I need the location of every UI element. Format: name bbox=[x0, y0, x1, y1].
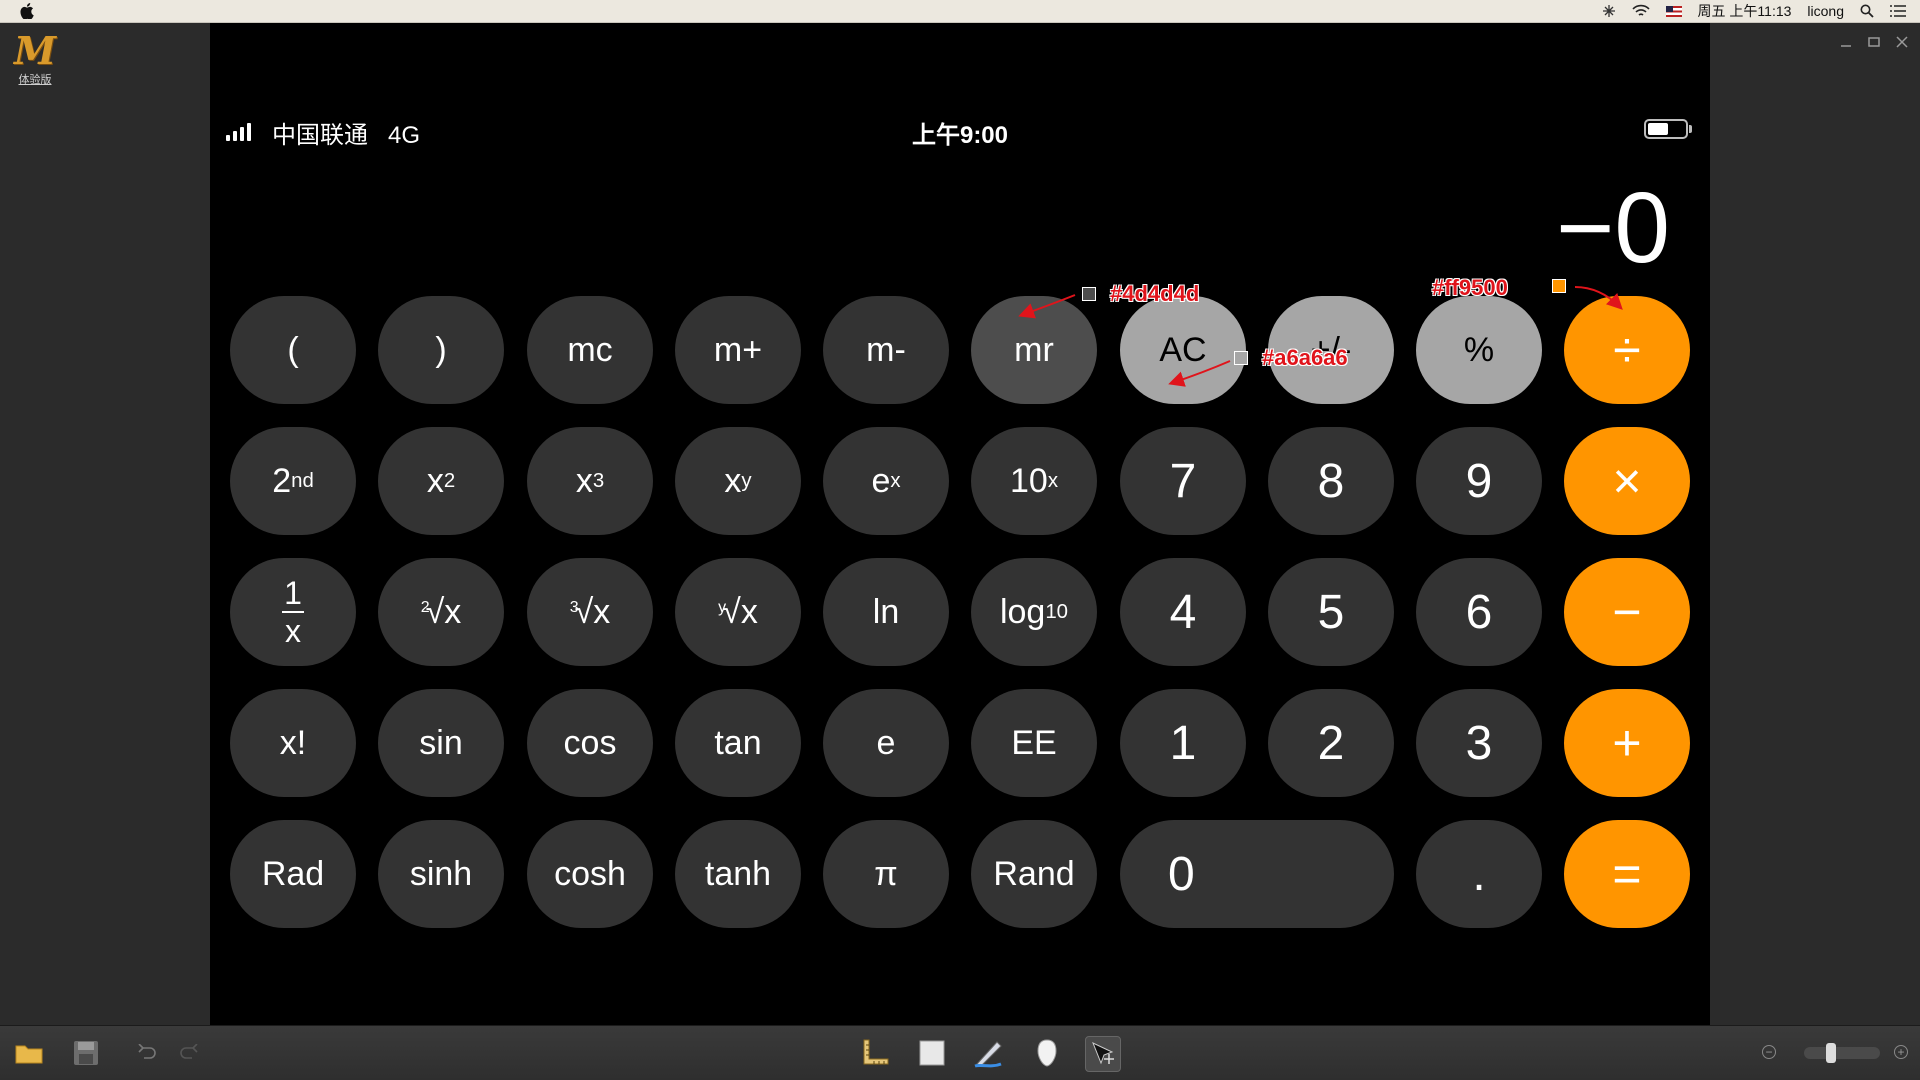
minimize-icon[interactable] bbox=[1840, 35, 1852, 53]
color-label-orange: #ff9500 bbox=[1432, 275, 1508, 300]
zoom-in-icon[interactable]: + bbox=[1894, 1045, 1908, 1059]
calculator-screen: 中国联通 4G 上午9:00 −0 ( ) mc m+ m- mr AC +/-… bbox=[210, 23, 1710, 1025]
input-source-flag-icon[interactable] bbox=[1665, 5, 1682, 17]
right-panel bbox=[1710, 23, 1920, 1025]
move-cursor-icon[interactable] bbox=[1085, 1036, 1121, 1072]
apple-icon[interactable] bbox=[20, 3, 34, 19]
zoom-slider[interactable] bbox=[1804, 1043, 1880, 1063]
zoom-slider-thumb[interactable] bbox=[1826, 1043, 1836, 1063]
ruler-icon[interactable] bbox=[858, 1036, 892, 1070]
logo-edition-label[interactable]: 体验版 bbox=[12, 71, 58, 87]
color-label-light-gray: #a6a6a6 bbox=[1262, 345, 1348, 370]
redo-icon[interactable] bbox=[172, 1036, 206, 1070]
wifi-icon[interactable] bbox=[1631, 4, 1650, 18]
color-label-mid-gray: #4d4d4d bbox=[1110, 281, 1200, 306]
annotation-arrows bbox=[1018, 286, 1623, 387]
spotlight-icon[interactable] bbox=[1860, 4, 1874, 18]
network-icon[interactable] bbox=[1602, 4, 1616, 18]
maximize-icon[interactable] bbox=[1868, 35, 1880, 53]
app-logo[interactable]: M 体验版 bbox=[12, 31, 58, 91]
menu-bar: 周五 上午11:13 licong bbox=[0, 0, 1920, 23]
color-swatch-mid-gray bbox=[1082, 287, 1096, 301]
save-icon[interactable] bbox=[69, 1036, 103, 1070]
logo-mark: M bbox=[13, 28, 57, 73]
close-icon[interactable] bbox=[1896, 35, 1908, 53]
notification-center-icon[interactable] bbox=[1890, 5, 1906, 17]
rectangle-icon[interactable] bbox=[915, 1036, 949, 1070]
shield-icon[interactable] bbox=[1030, 1036, 1064, 1070]
bottom-toolbar: − + bbox=[0, 1025, 1920, 1080]
color-swatch-light-gray bbox=[1234, 351, 1248, 365]
menu-user[interactable]: licong bbox=[1807, 3, 1844, 19]
pen-icon[interactable] bbox=[972, 1036, 1006, 1070]
undo-icon[interactable] bbox=[130, 1036, 164, 1070]
color-swatch-orange bbox=[1552, 279, 1566, 293]
menu-clock[interactable]: 周五 上午11:13 bbox=[1698, 1, 1792, 21]
open-folder-icon[interactable] bbox=[12, 1036, 46, 1070]
left-panel: M 体验版 bbox=[0, 23, 211, 1025]
zoom-out-icon[interactable]: − bbox=[1762, 1045, 1776, 1059]
